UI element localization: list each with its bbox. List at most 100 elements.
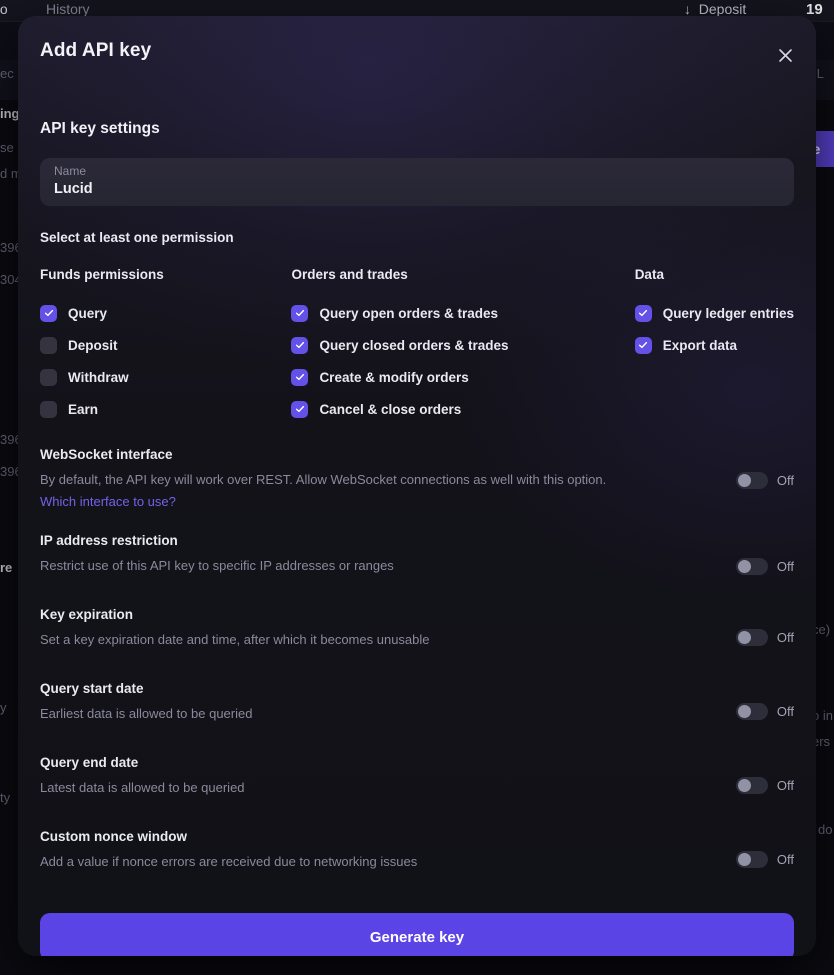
permission-label: Query ledger entries [662, 305, 794, 321]
checkbox-checked-icon[interactable] [40, 304, 57, 322]
option-description: Set a key expiration date and time, afte… [40, 632, 430, 647]
option-row: Key expiration Set a key expiration date … [40, 607, 794, 659]
permission-checkbox-row[interactable]: Withdraw [40, 361, 291, 393]
option-title: IP address restriction [40, 533, 178, 548]
permission-label: Create & modify orders [319, 369, 469, 385]
bg-nav-portfolio[interactable]: folio [0, 1, 8, 17]
permission-column: Data Query ledger entries Export data [634, 267, 794, 425]
permission-label: Export data [662, 337, 737, 353]
option-row: IP address restriction Restrict use of th… [40, 533, 794, 585]
permission-label: Query closed orders & trades [319, 337, 509, 353]
option-toggle[interactable]: Off [735, 851, 794, 868]
toggle-state-label: Off [776, 473, 794, 488]
option-row: Query start date Earliest data is allowed… [40, 681, 794, 733]
bg-text-fragment: y [0, 700, 7, 715]
checkbox-checked-icon[interactable] [291, 304, 309, 322]
toggle-switch[interactable] [735, 777, 768, 794]
toggle-switch[interactable] [735, 851, 768, 868]
options-list: WebSocket interface By default, the API k… [40, 447, 794, 881]
option-row: Query end date Latest data is allowed to … [40, 755, 794, 807]
which-interface-link[interactable]: Which interface to use? [40, 494, 176, 509]
option-title: Query end date [40, 755, 139, 770]
checkbox-checked-icon[interactable] [634, 336, 652, 354]
option-toggle[interactable]: Off [735, 703, 794, 720]
name-input[interactable]: Lucid [54, 179, 780, 199]
bg-nav-deposit-label: Deposit [698, 1, 747, 17]
permission-checkbox-row[interactable]: Export data [634, 329, 794, 361]
bg-text-fragment: ty [0, 790, 11, 805]
toggle-knob [737, 560, 751, 573]
bg-nav-history[interactable]: History [46, 1, 90, 17]
permission-label: Earn [68, 401, 99, 417]
option-row: Custom nonce window Add a value if nonce … [40, 829, 794, 881]
permission-checkbox-row[interactable]: Cancel & close orders [291, 393, 634, 425]
option-title: Query start date [40, 681, 144, 696]
bg-text-fragment: re [0, 560, 13, 575]
toggle-state-label: Off [776, 778, 794, 793]
name-input-label: Name [54, 164, 87, 178]
checkbox-unchecked-icon[interactable] [40, 400, 57, 418]
toggle-switch[interactable] [735, 629, 768, 646]
toggle-knob [737, 631, 751, 644]
add-api-key-dialog: Add API key API key settings Name Lucid … [18, 16, 816, 956]
option-title: Custom nonce window [40, 829, 187, 844]
dialog-title: Add API key [40, 40, 152, 61]
permission-checkbox-row[interactable]: Query ledger entries [634, 297, 794, 329]
toggle-switch[interactable] [735, 558, 768, 575]
permission-column-title: Funds permissions [40, 267, 164, 282]
option-title: Key expiration [40, 607, 134, 622]
option-description: Restrict use of this API key to specific… [40, 558, 394, 573]
toggle-state-label: Off [776, 852, 794, 867]
permission-checkbox-row[interactable]: Query [40, 297, 291, 329]
api-key-settings-heading: API key settings [40, 120, 160, 137]
permission-column: Funds permissions Query Deposit Withdraw Ear… [40, 267, 291, 425]
toggle-knob [737, 779, 751, 792]
checkbox-checked-icon[interactable] [291, 400, 309, 418]
toggle-knob [737, 474, 751, 487]
bg-nav-deposit[interactable]: ↓ Deposit [684, 1, 746, 17]
dialog-header: Add API key [18, 16, 816, 90]
option-toggle[interactable]: Off [735, 777, 794, 794]
option-title: WebSocket interface [40, 447, 173, 462]
dialog-body: API key settings Name Lucid Select at le… [18, 120, 816, 881]
toggle-knob [737, 705, 751, 718]
option-description: Add a value if nonce errors are received… [40, 854, 418, 869]
permission-column-title: Orders and trades [291, 267, 408, 282]
option-toggle[interactable]: Off [735, 472, 794, 489]
page-root: folio History ↓ Deposit 19 ecity Lingsed… [0, 0, 834, 975]
checkbox-checked-icon[interactable] [291, 336, 309, 354]
permission-label: Deposit [68, 337, 118, 353]
toggle-state-label: Off [776, 704, 794, 719]
permission-hint: Select at least one permission [40, 230, 234, 245]
bg-text-fragment: do [818, 822, 833, 837]
permission-label: Query open orders & trades [319, 305, 498, 321]
option-description: Earliest data is allowed to be queried [40, 706, 253, 721]
permission-checkbox-row[interactable]: Query closed orders & trades [291, 329, 634, 361]
option-row: WebSocket interface By default, the API k… [40, 447, 794, 511]
bg-text-fragment: ing [0, 106, 20, 121]
option-description: By default, the API key will work over R… [40, 472, 607, 487]
generate-key-button[interactable]: Generate key [40, 913, 794, 956]
permission-label: Withdraw [68, 369, 129, 385]
option-toggle[interactable]: Off [735, 629, 794, 646]
toggle-switch[interactable] [735, 472, 768, 489]
close-icon[interactable] [772, 42, 798, 68]
permission-label: Cancel & close orders [319, 401, 462, 417]
toggle-state-label: Off [776, 630, 794, 645]
checkbox-checked-icon[interactable] [291, 368, 309, 386]
permission-checkbox-row[interactable]: Query open orders & trades [291, 297, 634, 329]
checkbox-unchecked-icon[interactable] [40, 368, 57, 386]
permission-column-title: Data [634, 267, 664, 282]
permission-checkbox-row[interactable]: Deposit [40, 329, 291, 361]
permission-label: Query [68, 305, 108, 321]
permission-checkbox-row[interactable]: Create & modify orders [291, 361, 634, 393]
checkbox-checked-icon[interactable] [634, 304, 652, 322]
bg-text-fragment: se [0, 140, 14, 155]
name-input-wrapper[interactable]: Name Lucid [40, 158, 794, 206]
checkbox-unchecked-icon[interactable] [40, 336, 57, 354]
option-toggle[interactable]: Off [735, 558, 794, 575]
toggle-knob [737, 853, 751, 866]
permissions-grid: Funds permissions Query Deposit Withdraw Ear… [40, 267, 794, 425]
permission-checkbox-row[interactable]: Earn [40, 393, 291, 425]
toggle-switch[interactable] [735, 703, 768, 720]
